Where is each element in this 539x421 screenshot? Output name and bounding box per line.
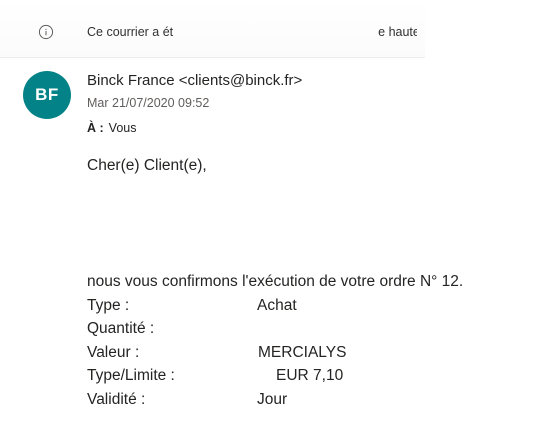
order-row-validity: Validité : Jour	[87, 388, 537, 412]
order-row-type: Type : Achat	[87, 294, 537, 318]
info-banner: Ce courrier a ét e haute	[0, 0, 425, 58]
order-label: Valeur :	[87, 343, 140, 361]
order-label: Validité :	[87, 390, 146, 408]
order-row-limit: Type/Limite : EUR 7,10	[87, 364, 537, 388]
sender-name[interactable]: Binck France <clients@binck.fr>	[87, 72, 302, 89]
order-label: Type/Limite :	[87, 367, 175, 384]
order-label: Quantité :	[87, 320, 155, 337]
order-value: MERCIALYS	[258, 343, 347, 361]
sender-avatar[interactable]: BF	[23, 71, 71, 119]
greeting: Cher(e) Client(e),	[87, 157, 207, 174]
info-banner-text: Ce courrier a ét e haute	[87, 24, 417, 39]
order-row-value: Valeur : MERCIALYS	[87, 341, 537, 365]
info-icon	[38, 24, 54, 40]
info-banner-text-end: e haute	[378, 25, 417, 39]
to-value[interactable]: Vous	[109, 121, 137, 135]
message-body: nous vous confirmons l'exécution de votr…	[87, 270, 537, 411]
order-row-quantity: Quantité :	[87, 317, 537, 341]
order-value: EUR 7,10	[276, 367, 344, 384]
recipient-line: À : Vous	[87, 121, 136, 135]
order-label: Type :	[87, 296, 130, 314]
to-label: À :	[87, 121, 104, 135]
order-value: Achat	[257, 296, 297, 314]
order-value: Jour	[257, 390, 288, 408]
info-banner-redaction	[173, 24, 378, 36]
confirmation-line: nous vous confirmons l'exécution de votr…	[87, 273, 464, 290]
sent-date: Mar 21/07/2020 09:52	[87, 96, 210, 110]
info-banner-text-start: Ce courrier a ét	[87, 25, 174, 39]
avatar-initials: BF	[35, 85, 59, 104]
